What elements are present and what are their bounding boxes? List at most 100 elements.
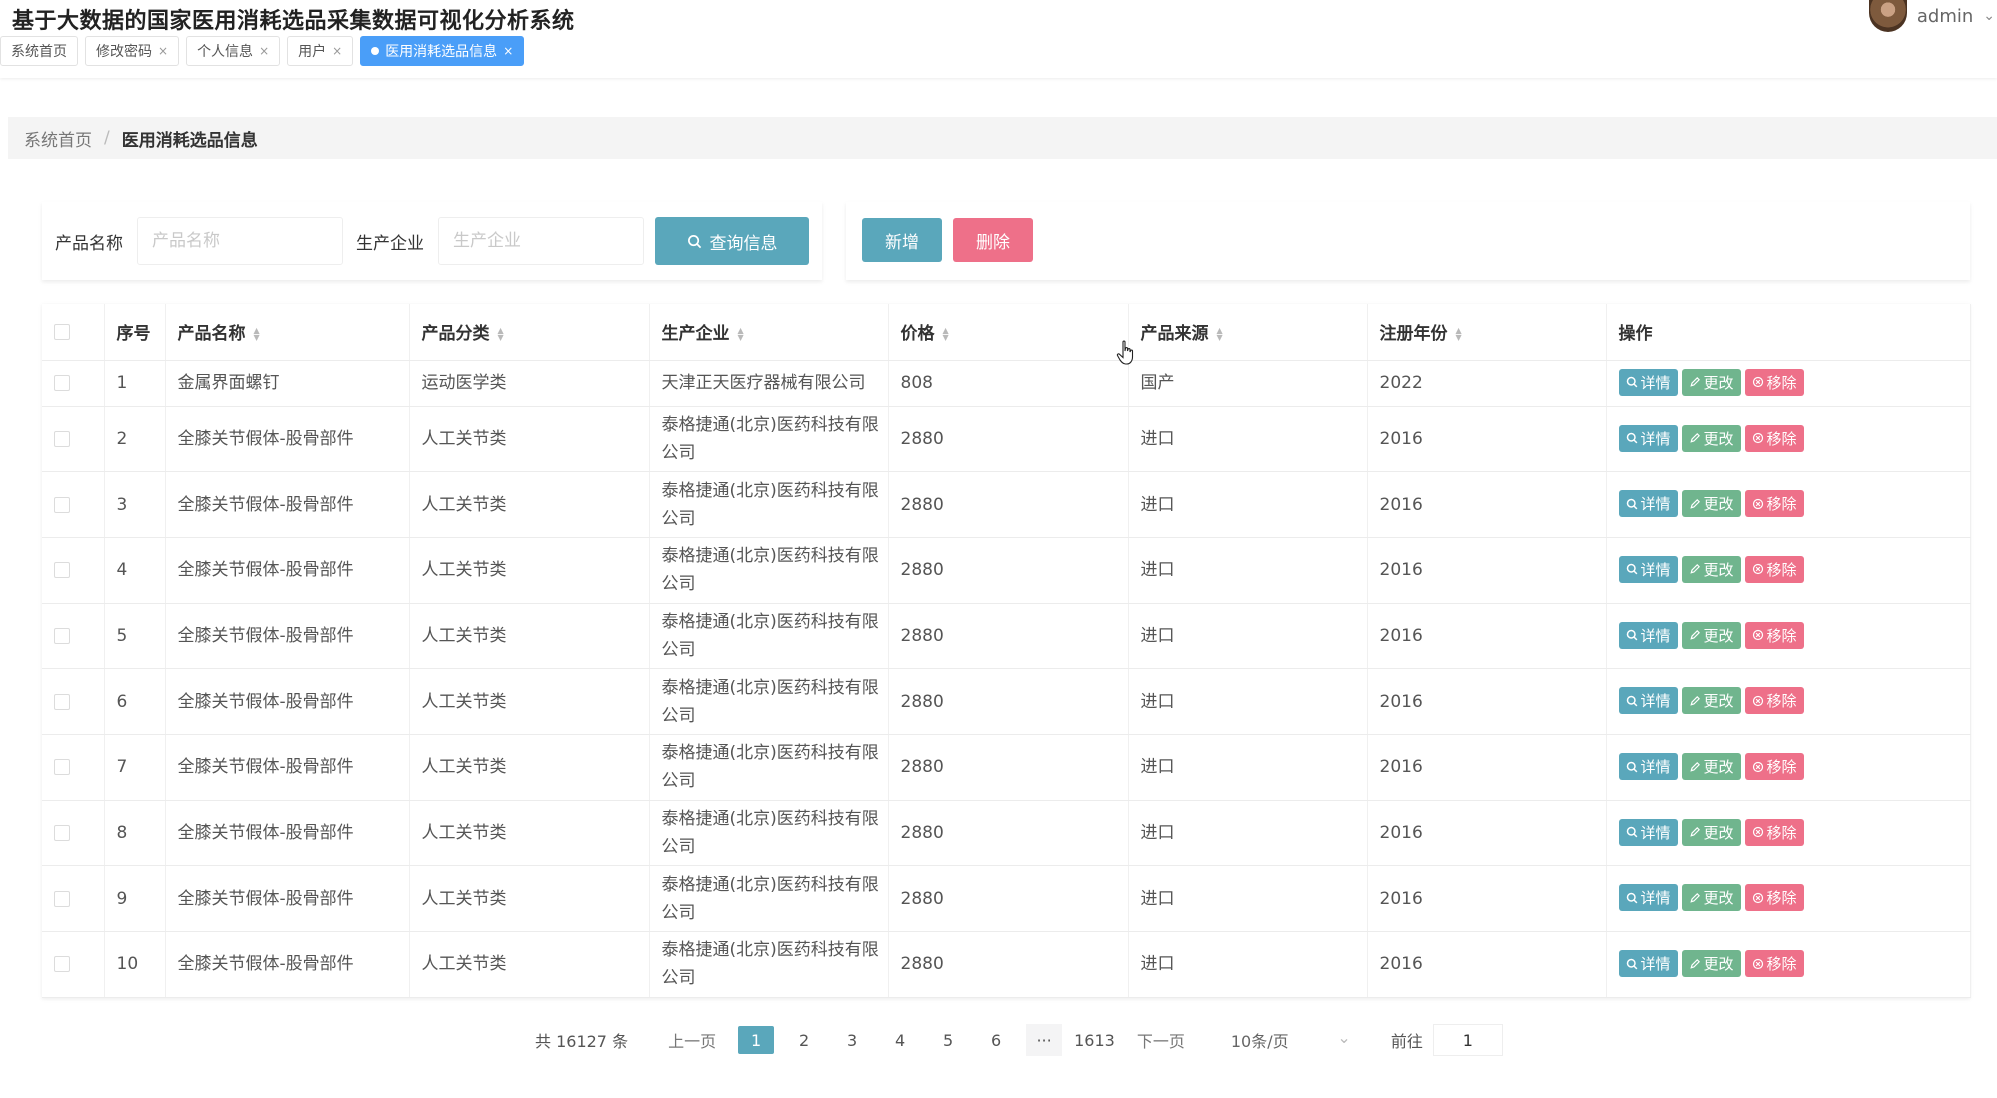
select-all-checkbox[interactable] [54,323,70,340]
circle-x-icon [1752,432,1763,444]
table-cell: 5 [104,603,166,670]
close-icon[interactable]: × [503,44,513,58]
remove-button[interactable]: 移除 [1744,621,1804,649]
column-header[interactable]: 产品分类 ▲ ▼ [409,304,650,361]
detail-button[interactable]: 详情 [1618,687,1678,715]
page-button[interactable]: 2 [786,1026,822,1054]
column-header[interactable]: 注册年份 ▲ ▼ [1367,304,1607,361]
row-checkbox[interactable] [54,496,70,513]
detail-button[interactable]: 详情 [1618,555,1678,583]
column-header[interactable]: 价格 ▲ ▼ [888,304,1129,361]
next-page-button[interactable]: 下一页 [1137,1028,1185,1052]
edit-button[interactable]: 更改 [1681,621,1741,649]
row-checkbox[interactable] [54,890,70,907]
sort-icon[interactable]: ▲ ▼ [943,327,949,342]
close-icon[interactable]: × [332,44,342,58]
user-name[interactable]: admin [1917,6,1973,27]
edit-button[interactable]: 更改 [1681,368,1741,396]
remove-button[interactable]: 移除 [1744,368,1804,396]
table-cell: 全膝关节假体-股骨部件 [165,734,410,801]
add-button[interactable]: 新增 [862,218,942,262]
page-button[interactable]: 5 [930,1026,966,1054]
edit-button[interactable]: 更改 [1681,818,1741,846]
remove-button[interactable]: 移除 [1744,490,1804,518]
close-icon[interactable]: × [158,44,168,58]
row-checkbox[interactable] [54,759,70,776]
table-cell: 全膝关节假体-股骨部件 [165,931,410,998]
row-checkbox[interactable] [54,627,70,644]
edit-button[interactable]: 更改 [1681,555,1741,583]
edit-button[interactable]: 更改 [1681,424,1741,452]
tab-change-password[interactable]: 修改密码 × [85,36,180,66]
table-cell: 泰格捷通(北京)医药科技有限公司 [649,471,889,538]
table-cell: 泰格捷通(北京)医药科技有限公司 [649,800,889,867]
sort-icon[interactable]: ▲ ▼ [1456,327,1462,342]
table-cell: 2016 [1367,406,1607,473]
tab-users[interactable]: 用户 × [287,36,354,66]
row-checkbox[interactable] [54,956,70,973]
sort-icon[interactable]: ▲ ▼ [1217,327,1223,342]
page-button[interactable]: 3 [834,1026,870,1054]
sort-icon[interactable]: ▲ ▼ [738,327,744,342]
edit-button[interactable]: 更改 [1681,687,1741,715]
tab-home[interactable]: 系统首页 [0,36,78,66]
row-select-cell [42,931,105,998]
page-size-select[interactable]: 10条/页 ⌄ [1231,1028,1351,1052]
detail-button[interactable]: 详情 [1618,490,1678,518]
prev-page-button[interactable]: 上一页 [668,1028,716,1052]
detail-button[interactable]: 详情 [1618,621,1678,649]
row-checkbox[interactable] [54,562,70,579]
row-checkbox[interactable] [54,375,70,391]
remove-button[interactable]: 移除 [1744,950,1804,978]
search-button[interactable]: 查询信息 [655,217,809,265]
table-cell: 2016 [1367,800,1607,867]
detail-button[interactable]: 详情 [1618,884,1678,912]
close-icon[interactable]: × [259,44,269,58]
row-actions-cell: 详情 更改 移除 [1606,471,1971,538]
row-checkbox[interactable] [54,430,70,447]
table-cell: 2880 [888,931,1129,998]
remove-button[interactable]: 移除 [1744,687,1804,715]
last-page-button[interactable]: 1613 [1074,1026,1115,1054]
product-name-input[interactable] [137,217,343,265]
page-button[interactable]: 1 [738,1026,775,1054]
row-checkbox[interactable] [54,824,70,841]
remove-button[interactable]: 移除 [1744,424,1804,452]
column-header[interactable]: 产品名称 ▲ ▼ [165,304,410,361]
sort-icon[interactable]: ▲ ▼ [498,327,504,342]
edit-button[interactable]: 更改 [1681,884,1741,912]
edit-button[interactable]: 更改 [1681,490,1741,518]
table-cell: 人工关节类 [409,668,650,735]
column-header[interactable]: 生产企业 ▲ ▼ [649,304,889,361]
remove-button[interactable]: 移除 [1744,884,1804,912]
page-button[interactable]: 4 [882,1026,918,1054]
table-cell: 2016 [1367,537,1607,604]
circle-x-icon [1752,761,1763,772]
more-pages-button[interactable]: ··· [1026,1024,1063,1056]
detail-button[interactable]: 详情 [1618,368,1678,396]
remove-button[interactable]: 移除 [1744,753,1804,781]
delete-button[interactable]: 删除 [953,218,1033,262]
sort-icon[interactable]: ▲ ▼ [254,327,260,342]
table-row: 10 全膝关节假体-股骨部件 人工关节类 泰格捷通(北京)医药科技有限公司 2880 进口… [42,931,1971,998]
detail-button[interactable]: 详情 [1618,818,1678,846]
column-header[interactable]: 产品来源 ▲ ▼ [1128,304,1368,361]
table-cell: 全膝关节假体-股骨部件 [165,471,410,538]
tab-personal-info[interactable]: 个人信息 × [186,36,281,66]
edit-button[interactable]: 更改 [1681,950,1741,978]
remove-button[interactable]: 移除 [1744,555,1804,583]
detail-button[interactable]: 详情 [1618,950,1678,978]
breadcrumb-home[interactable]: 系统首页 [24,126,92,151]
tab-consumables-info[interactable]: 医用消耗选品信息 × [360,36,525,66]
goto-page-input[interactable] [1432,1024,1503,1056]
user-menu[interactable]: admin ⌄ [1868,0,1997,32]
detail-button[interactable]: 详情 [1618,753,1678,781]
page-button[interactable]: 6 [978,1026,1014,1054]
avatar[interactable] [1868,0,1907,32]
company-input[interactable] [438,217,644,265]
detail-button[interactable]: 详情 [1618,424,1678,452]
chevron-down-icon[interactable]: ⌄ [1983,8,1995,24]
remove-button[interactable]: 移除 [1744,818,1804,846]
edit-button[interactable]: 更改 [1681,753,1741,781]
row-checkbox[interactable] [54,693,70,710]
